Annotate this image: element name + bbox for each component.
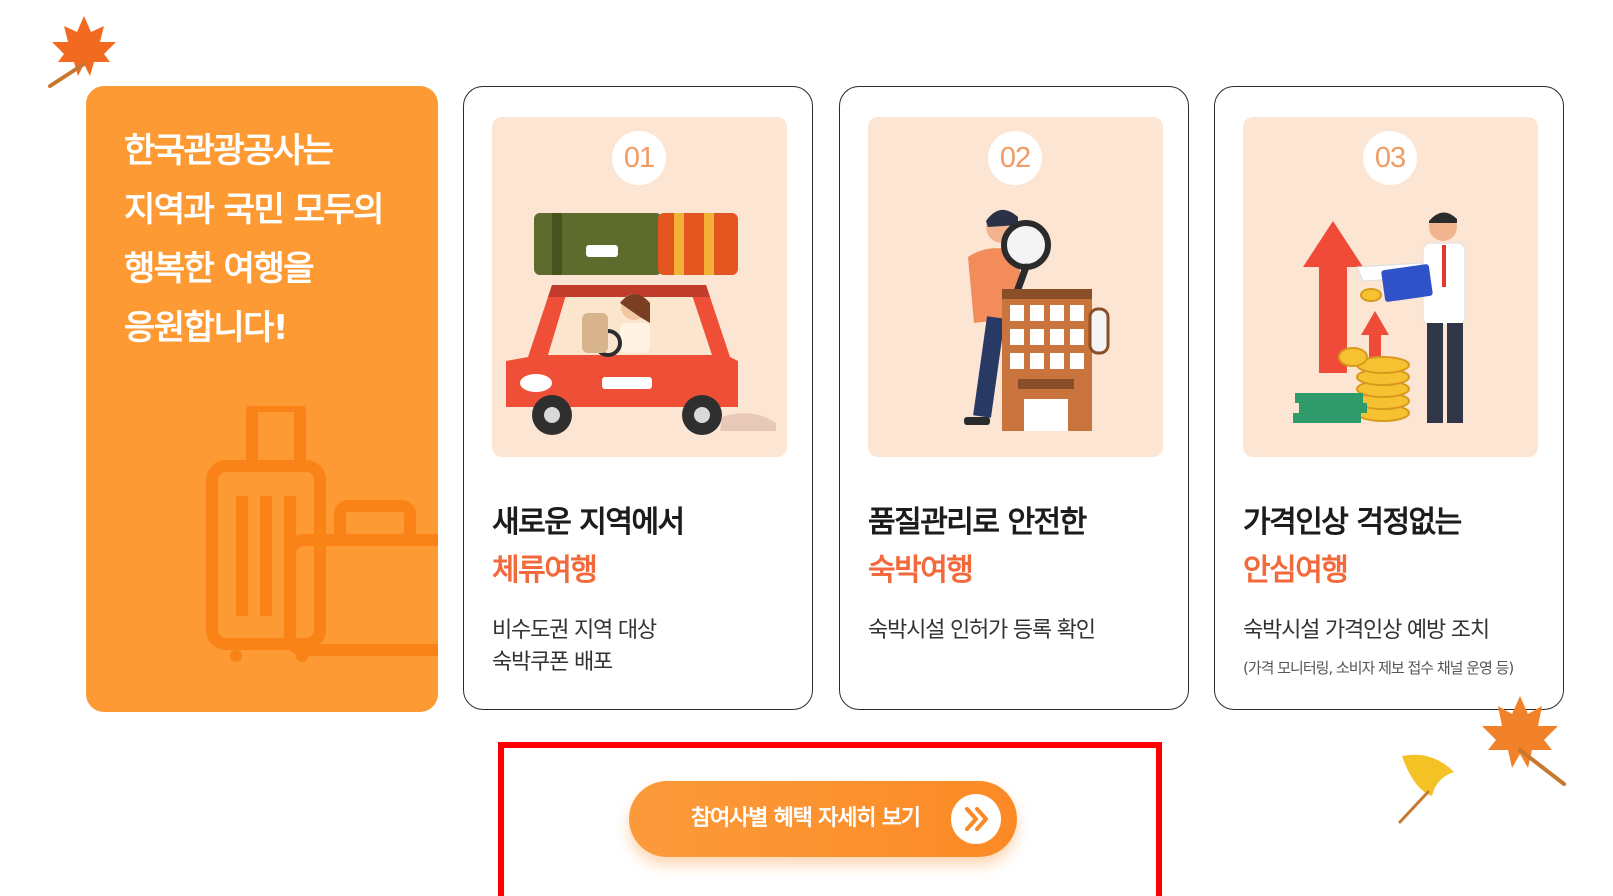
intro-headline: 한국관광공사는 지역과 국민 모두의 행복한 여행을 응원합니다!	[124, 122, 418, 358]
man-with-laptop-price-arrows-illustration: 03	[1243, 117, 1538, 457]
maple-leaf-icon	[48, 16, 116, 88]
card-number-badge: 02	[988, 131, 1042, 185]
card-number-badge: 03	[1363, 131, 1417, 185]
card-note: (가격 모니터링, 소비자 제보 접수 채널 운영 등)	[1243, 659, 1514, 677]
intro-line: 한국관광공사는	[124, 131, 334, 171]
card-number-badge: 01	[612, 131, 666, 185]
intro-line: 행복한 여행을	[124, 249, 315, 289]
card-description: 비수도권 지역 대상 숙박쿠폰 배포	[492, 615, 657, 679]
card-description-line: 숙박시설 인허가 등록 확인	[868, 618, 1096, 643]
card-description: 숙박시설 인허가 등록 확인	[868, 615, 1096, 647]
feature-card-3: 03 가격인상 걱정없는 안심여행 숙박시설 가격인상 예방 조치 (가격 모니…	[1214, 86, 1564, 710]
maple-leaf-icon	[1482, 696, 1566, 786]
feature-card-2: 02 품질관리로 안전한 숙박여행 숙박시설 인허가 등록 확인	[839, 86, 1189, 710]
card-description-line: 숙박시설 가격인상 예방 조치	[1243, 618, 1490, 643]
page: 한국관광공사는 지역과 국민 모두의 행복한 여행을 응원합니다! 01 새로운…	[0, 0, 1613, 896]
card-highlight: 체류여행	[492, 553, 598, 588]
view-benefits-button-label: 참여사별 혜택 자세히 보기	[691, 806, 921, 831]
intro-line: 지역과 국민 모두의	[124, 190, 384, 230]
card-highlight: 안심여행	[1243, 553, 1349, 588]
feature-card-1: 01 새로운 지역에서 체류여행 비수도권 지역 대상 숙박쿠폰 배포	[463, 86, 813, 710]
card-title: 품질관리로 안전한	[868, 505, 1087, 540]
luggage-icon	[206, 406, 438, 662]
card-title: 가격인상 걱정없는	[1243, 505, 1462, 540]
view-benefits-button[interactable]: 참여사별 혜택 자세히 보기	[629, 781, 1017, 857]
ginkgo-leaf-icon	[1398, 754, 1454, 824]
card-description-line: 비수도권 지역 대상	[492, 618, 657, 643]
card-description: 숙박시설 가격인상 예방 조치	[1243, 615, 1490, 647]
intro-panel: 한국관광공사는 지역과 국민 모두의 행복한 여행을 응원합니다!	[86, 86, 438, 712]
car-with-luggage-illustration: 01	[492, 117, 787, 457]
magnifier-inspecting-hotel-illustration: 02	[868, 117, 1163, 457]
double-chevron-right-icon	[951, 794, 1001, 844]
card-description-line: 숙박쿠폰 배포	[492, 650, 613, 675]
intro-line: 응원합니다!	[124, 308, 288, 348]
card-highlight: 숙박여행	[868, 553, 974, 588]
card-title: 새로운 지역에서	[492, 505, 685, 540]
